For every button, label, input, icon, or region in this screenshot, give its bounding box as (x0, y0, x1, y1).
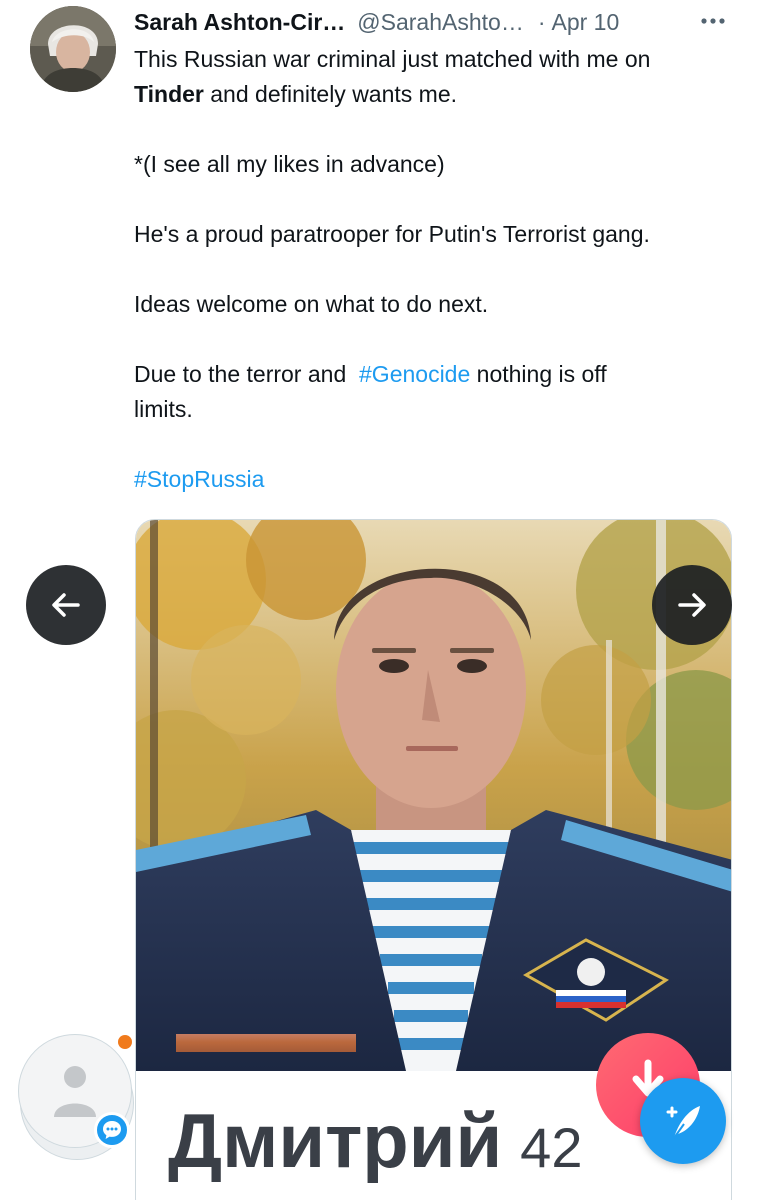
carousel-prev-button[interactable] (26, 565, 106, 645)
tweet-line: Ideas welcome on what to do next. (134, 291, 489, 317)
tweet-line: limits. (134, 396, 193, 422)
tweet-date[interactable]: Apr 10 (552, 9, 620, 36)
tweet-line: This Russian war criminal just matched w… (134, 46, 651, 72)
arrow-left-icon (52, 593, 80, 617)
compose-feather-icon (666, 1106, 700, 1139)
display-name[interactable]: Sarah Ashton-Cir… (134, 9, 345, 36)
hashtag-genocide[interactable]: #Genocide (359, 361, 470, 387)
tweet-line: *(I see all my likes in advance) (134, 151, 445, 177)
tweet-text: This Russian war criminal just matched w… (134, 42, 734, 497)
tweet-line-start: Due to the terror and (134, 361, 360, 387)
tweet-header: Sarah Ashton-Cir… @SarahAshto… · Apr 10 (134, 4, 734, 40)
arrow-right-icon (678, 593, 706, 617)
profile-age: 42 (520, 1116, 583, 1179)
messages-icon (103, 1121, 121, 1139)
author-avatar[interactable] (30, 6, 116, 92)
tweet-line-end: nothing is off (470, 361, 607, 387)
tweet-line: Due to the terror and #Genocide nothing … (134, 357, 734, 392)
messages-badge[interactable] (94, 1112, 130, 1148)
tweet-line: He's a proud paratrooper for Putin's Ter… (134, 221, 650, 247)
carousel-next-button[interactable] (652, 565, 732, 645)
hashtag-stoprussia[interactable]: #StopRussia (134, 462, 734, 497)
profile-name: Дмитрий (168, 1099, 503, 1184)
compose-tweet-button[interactable] (640, 1078, 726, 1164)
user-handle[interactable]: @SarahAshto… (357, 9, 524, 36)
profile-name-row: Дмитрий 42 (168, 1098, 582, 1185)
tinder-bold-text: Tinder (134, 81, 204, 107)
tweet-line: Tinder and definitely wants me. (134, 77, 734, 112)
notification-dot (118, 1035, 132, 1049)
more-horizontal-icon[interactable] (698, 6, 728, 36)
profile-photo (136, 520, 731, 1071)
author-avatar-image (30, 6, 116, 92)
separator-dot: · (537, 8, 546, 35)
default-avatar-icon (54, 1066, 96, 1117)
tweet-line-rest: and definitely wants me. (203, 81, 458, 107)
